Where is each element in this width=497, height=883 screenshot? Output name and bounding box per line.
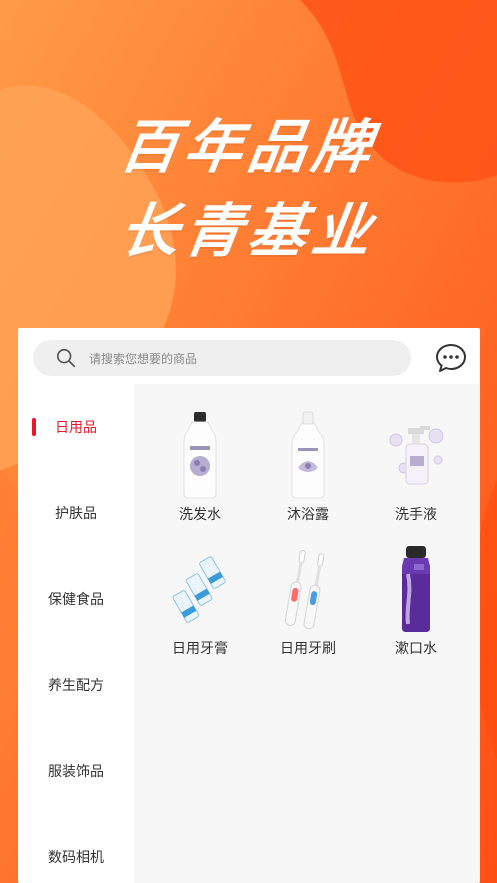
product-name: 日用牙膏 (172, 641, 228, 657)
toothpaste-tubes-icon (172, 556, 226, 623)
search-placeholder: 请搜索您想要的商品 (89, 351, 198, 366)
mouthwash-bottle-icon (402, 546, 430, 632)
hero-line-1: 百年品牌 (115, 113, 382, 181)
product-name: 日用牙刷 (280, 641, 336, 657)
category-panel: 请搜索您想要的商品 日用品 护肤品 保健食品 养生配方 服装饰品 数码相机 洗发… (18, 328, 480, 883)
sidebar-item-label: 养生配方 (48, 678, 104, 694)
sidebar-item-label: 护肤品 (55, 506, 97, 522)
product-item[interactable]: 洗发水 (146, 400, 254, 523)
electric-toothbrush-icon (284, 549, 325, 630)
hero-slogan: 百年品牌 长青基业 (0, 105, 497, 273)
search-icon (56, 348, 76, 368)
message-icon[interactable] (435, 342, 467, 374)
sidebar-item-daily[interactable]: 日用品 (18, 412, 134, 442)
sidebar-item-label: 日用品 (55, 420, 97, 436)
product-item[interactable]: 漱口水 (362, 534, 470, 657)
product-name: 洗发水 (179, 507, 221, 523)
product-item[interactable]: 洗手液 (362, 400, 470, 523)
shampoo-bottle-icon (183, 412, 217, 499)
category-sidebar: 日用品 护肤品 保健食品 养生配方 服装饰品 数码相机 (18, 384, 134, 883)
sidebar-item-label: 数码相机 (48, 850, 104, 866)
product-grid: 洗发水 沐浴露 洗手液 日用牙膏 日用牙刷 漱口水 (134, 384, 480, 883)
product-item[interactable]: 日用牙膏 (146, 534, 254, 657)
sidebar-item-health-food[interactable]: 保健食品 (18, 584, 134, 614)
sidebar-item-label: 保健食品 (48, 592, 104, 608)
sidebar-item-label: 服装饰品 (48, 764, 104, 780)
search-input[interactable]: 请搜索您想要的商品 (33, 340, 411, 376)
sidebar-item-apparel[interactable]: 服装饰品 (18, 756, 134, 786)
sidebar-item-skincare[interactable]: 护肤品 (18, 498, 134, 528)
hero-line-2: 长青基业 (115, 197, 382, 265)
body-wash-bottle-icon (291, 411, 325, 499)
product-item[interactable]: 沐浴露 (254, 400, 362, 523)
hand-soap-bottle-icon (389, 426, 444, 485)
sidebar-item-wellness[interactable]: 养生配方 (18, 670, 134, 700)
product-item[interactable]: 日用牙刷 (254, 534, 362, 657)
product-name: 沐浴露 (287, 507, 329, 523)
product-name: 洗手液 (395, 507, 437, 523)
sidebar-item-digital[interactable]: 数码相机 (18, 842, 134, 872)
product-name: 漱口水 (395, 641, 437, 657)
